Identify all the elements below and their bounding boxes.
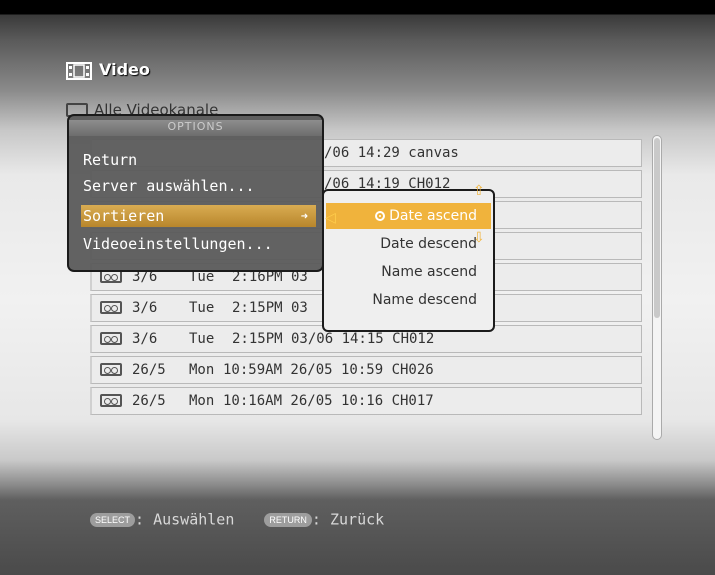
menu-item-server[interactable]: Server auswählen... xyxy=(81,175,316,197)
row-day: Mon xyxy=(189,393,215,409)
row-time: 10:59AM 26/05 10:59 CH026 xyxy=(223,362,434,378)
row-day: Tue xyxy=(189,331,215,347)
list-item[interactable]: 26/5 Mon 10:16AM 26/05 10:16 CH017 xyxy=(90,387,642,415)
row-date: 26/5 xyxy=(132,393,166,409)
page-title: Video xyxy=(99,60,150,79)
film-icon xyxy=(66,62,92,80)
video-icon xyxy=(100,394,122,407)
arrow-left-icon: ◁ xyxy=(325,210,336,226)
row-date: 3/6 xyxy=(132,331,158,347)
arrow-up-icon: ⇧ xyxy=(473,183,485,199)
menu-item-label: Sortieren xyxy=(83,207,165,225)
menu-item-video-settings[interactable]: Videoeinstellungen... xyxy=(81,233,316,255)
row-day: Tue xyxy=(189,300,215,316)
sort-option-date-descend[interactable]: Date descend xyxy=(326,231,491,257)
row-date: 3/6 xyxy=(132,300,158,316)
sort-option-name-descend[interactable]: Name descend xyxy=(326,287,491,313)
sort-submenu: Date ascend Date descend Name ascend Nam… xyxy=(322,189,495,332)
scroll-thumb[interactable] xyxy=(654,138,660,318)
footer-hints: SELECT: Auswählen RETURN: Zurück xyxy=(90,510,384,534)
sort-option-name-ascend[interactable]: Name ascend xyxy=(326,259,491,285)
arrow-down-icon: ⇩ xyxy=(473,230,485,246)
row-time: 2:15PM 03/06 14:15 CH012 xyxy=(232,331,435,347)
row-day: Mon xyxy=(189,362,215,378)
sort-option-date-ascend[interactable]: Date ascend xyxy=(326,203,491,229)
tv-screen: Video Alle Videokanale /06 14:29 canvas … xyxy=(0,0,715,575)
options-title: OPTIONS xyxy=(69,120,322,136)
select-button-icon: SELECT xyxy=(90,512,136,527)
row-time: 10:16AM 26/05 10:16 CH017 xyxy=(223,393,434,409)
return-hint: : Zurück xyxy=(311,510,385,529)
row-text: /06 14:29 canvas xyxy=(324,145,459,161)
menu-item-return[interactable]: Return xyxy=(81,149,316,171)
video-icon xyxy=(100,301,122,314)
sort-option-label: Date descend xyxy=(380,236,477,252)
menu-item-label: Videoeinstellungen... xyxy=(83,235,273,253)
menu-item-sortieren[interactable]: Sortieren ➜ xyxy=(81,205,316,227)
menu-item-label: Server auswählen... xyxy=(83,177,255,195)
sort-option-label: Date ascend xyxy=(389,208,477,224)
options-menu: OPTIONS Return Server auswählen... Sorti… xyxy=(67,114,324,272)
return-button-icon: RETURN xyxy=(264,512,312,527)
row-time: 2:15PM 03 xyxy=(232,300,308,316)
select-hint: : Auswählen xyxy=(135,510,235,529)
menu-item-label: Return xyxy=(83,151,138,169)
list-item[interactable]: 26/5 Mon 10:59AM 26/05 10:59 CH026 xyxy=(90,356,642,384)
video-icon xyxy=(100,332,122,345)
sort-option-label: Name descend xyxy=(372,292,477,308)
video-icon xyxy=(100,363,122,376)
radio-selected-icon xyxy=(375,211,386,221)
scrollbar[interactable] xyxy=(652,135,662,440)
sort-option-label: Name ascend xyxy=(381,264,477,280)
arrow-right-icon: ➜ xyxy=(300,209,308,223)
row-date: 26/5 xyxy=(132,362,166,378)
